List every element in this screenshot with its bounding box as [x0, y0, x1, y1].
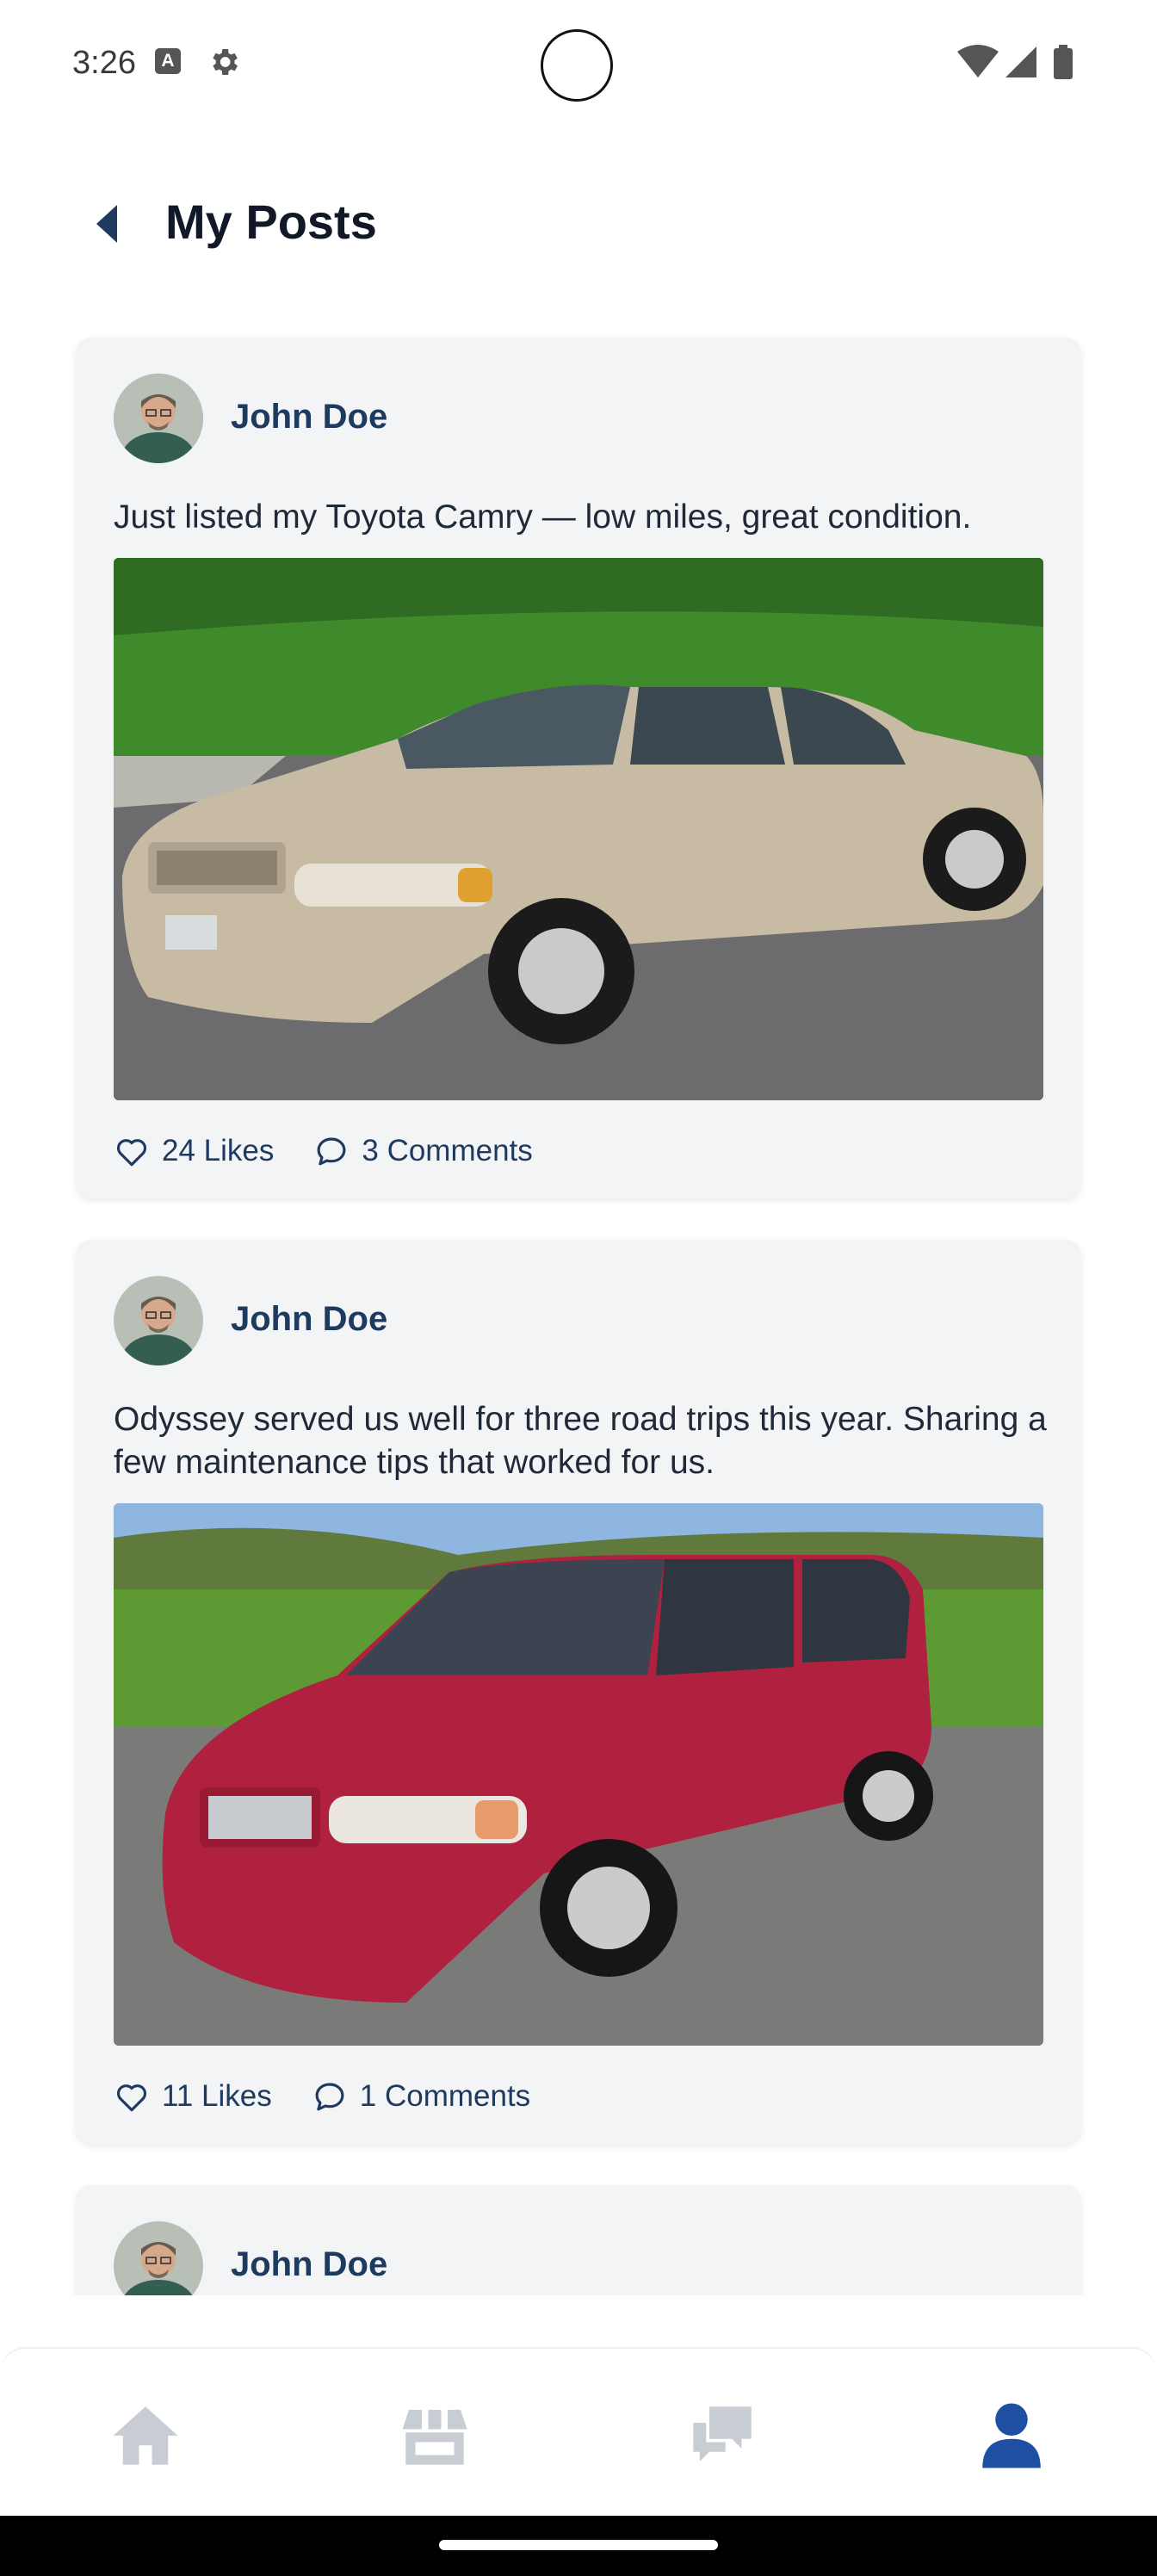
- odyssey-photo: [114, 1503, 1043, 2046]
- comments-count: 1 Comments: [359, 2079, 531, 2113]
- profile-icon[interactable]: [973, 2397, 1050, 2474]
- store-icon[interactable]: [396, 2397, 473, 2474]
- likes-count: 11 Likes: [162, 2079, 272, 2113]
- author-name[interactable]: John Doe: [231, 1300, 387, 1339]
- heart-icon: [116, 2084, 147, 2112]
- bottom-nav: [0, 2347, 1157, 2517]
- posts-feed[interactable]: John Doe Just listed my Toyota Camry — l…: [0, 327, 1157, 2295]
- avatar[interactable]: [114, 1276, 203, 1365]
- avatar[interactable]: [114, 2221, 203, 2295]
- post-image[interactable]: [114, 558, 1043, 1100]
- comment-icon: [317, 1137, 346, 1166]
- post-text: Odyssey served us well for three road tr…: [114, 1401, 1047, 1481]
- comment-button[interactable]: 1 Comments: [312, 2078, 530, 2115]
- comments-count: 3 Comments: [362, 1134, 533, 1167]
- keyboard-a-icon: A: [155, 48, 181, 74]
- post-text: Just listed my Toyota Camry — low miles,…: [114, 498, 972, 536]
- post-card[interactable]: John Doe Just listed my Toyota Camry — l…: [76, 337, 1081, 1198]
- comment-icon: [315, 2083, 344, 2111]
- like-button[interactable]: 11 Likes: [114, 2078, 272, 2115]
- post-card[interactable]: John Doe: [76, 2185, 1081, 2295]
- comment-button[interactable]: 3 Comments: [313, 1133, 533, 1169]
- post-card[interactable]: John Doe Odyssey served us well for thre…: [76, 1240, 1081, 2144]
- signal-icon: [1005, 46, 1036, 77]
- back-arrow-icon[interactable]: [86, 198, 138, 250]
- status-icons: [957, 45, 1073, 79]
- post-stats: 11 Likes 1 Comments: [114, 2075, 570, 2118]
- post-stats: 24 Likes 3 Comments: [114, 1130, 572, 1173]
- author-name[interactable]: John Doe: [231, 2245, 387, 2284]
- gesture-bar: [0, 2516, 1157, 2576]
- home-icon[interactable]: [107, 2397, 184, 2474]
- page-title: My Posts: [165, 195, 377, 249]
- status-time: 3:26: [72, 45, 136, 81]
- author-name[interactable]: John Doe: [231, 398, 387, 437]
- post-image[interactable]: [114, 1503, 1043, 2046]
- avatar[interactable]: [114, 374, 203, 463]
- like-button[interactable]: 24 Likes: [114, 1133, 274, 1169]
- camry-photo: [114, 558, 1043, 1100]
- heart-icon: [116, 1139, 147, 1167]
- status-bar: 3:26 A: [0, 0, 1157, 129]
- wifi-icon: [957, 45, 999, 77]
- gear-icon: [213, 49, 238, 75]
- chat-icon[interactable]: [684, 2397, 761, 2474]
- camera-cutout: [541, 29, 613, 102]
- likes-count: 24 Likes: [162, 1134, 275, 1167]
- battery-icon: [1054, 48, 1073, 79]
- page-header: My Posts: [0, 172, 1157, 276]
- home-gesture-pill[interactable]: [439, 2540, 718, 2550]
